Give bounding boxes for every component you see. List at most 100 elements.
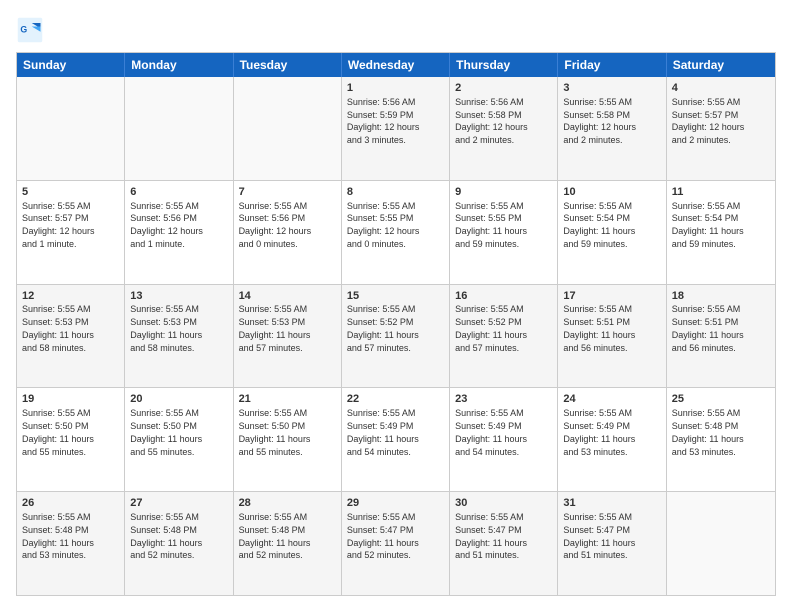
- calendar-row: 26Sunrise: 5:55 AM Sunset: 5:48 PM Dayli…: [17, 491, 775, 595]
- day-info: Sunrise: 5:55 AM Sunset: 5:54 PM Dayligh…: [672, 201, 744, 249]
- day-info: Sunrise: 5:55 AM Sunset: 5:51 PM Dayligh…: [563, 304, 635, 352]
- weekday-header: Wednesday: [342, 53, 450, 77]
- day-info: Sunrise: 5:55 AM Sunset: 5:57 PM Dayligh…: [672, 97, 745, 145]
- calendar-cell: 18Sunrise: 5:55 AM Sunset: 5:51 PM Dayli…: [667, 285, 775, 388]
- weekday-header: Saturday: [667, 53, 775, 77]
- day-number: 25: [672, 392, 770, 407]
- logo-icon: G: [16, 16, 44, 44]
- day-number: 2: [455, 81, 552, 96]
- calendar-cell: 4Sunrise: 5:55 AM Sunset: 5:57 PM Daylig…: [667, 77, 775, 180]
- day-info: Sunrise: 5:55 AM Sunset: 5:50 PM Dayligh…: [239, 408, 311, 456]
- calendar-row: 19Sunrise: 5:55 AM Sunset: 5:50 PM Dayli…: [17, 387, 775, 491]
- day-info: Sunrise: 5:55 AM Sunset: 5:57 PM Dayligh…: [22, 201, 95, 249]
- day-number: 27: [130, 496, 227, 511]
- calendar-cell: 21Sunrise: 5:55 AM Sunset: 5:50 PM Dayli…: [234, 388, 342, 491]
- day-info: Sunrise: 5:55 AM Sunset: 5:53 PM Dayligh…: [130, 304, 202, 352]
- day-number: 19: [22, 392, 119, 407]
- day-info: Sunrise: 5:55 AM Sunset: 5:54 PM Dayligh…: [563, 201, 635, 249]
- day-info: Sunrise: 5:55 AM Sunset: 5:53 PM Dayligh…: [239, 304, 311, 352]
- day-info: Sunrise: 5:55 AM Sunset: 5:50 PM Dayligh…: [130, 408, 202, 456]
- calendar-cell: 5Sunrise: 5:55 AM Sunset: 5:57 PM Daylig…: [17, 181, 125, 284]
- day-number: 3: [563, 81, 660, 96]
- weekday-header: Thursday: [450, 53, 558, 77]
- calendar-cell: 15Sunrise: 5:55 AM Sunset: 5:52 PM Dayli…: [342, 285, 450, 388]
- day-number: 17: [563, 289, 660, 304]
- day-number: 15: [347, 289, 444, 304]
- calendar-cell: 30Sunrise: 5:55 AM Sunset: 5:47 PM Dayli…: [450, 492, 558, 595]
- calendar-row: 12Sunrise: 5:55 AM Sunset: 5:53 PM Dayli…: [17, 284, 775, 388]
- day-number: 6: [130, 185, 227, 200]
- day-info: Sunrise: 5:55 AM Sunset: 5:50 PM Dayligh…: [22, 408, 94, 456]
- day-info: Sunrise: 5:55 AM Sunset: 5:47 PM Dayligh…: [347, 512, 419, 560]
- day-info: Sunrise: 5:55 AM Sunset: 5:48 PM Dayligh…: [22, 512, 94, 560]
- day-number: 1: [347, 81, 444, 96]
- day-number: 21: [239, 392, 336, 407]
- calendar-cell: 23Sunrise: 5:55 AM Sunset: 5:49 PM Dayli…: [450, 388, 558, 491]
- calendar-cell: 16Sunrise: 5:55 AM Sunset: 5:52 PM Dayli…: [450, 285, 558, 388]
- weekday-header: Tuesday: [234, 53, 342, 77]
- day-info: Sunrise: 5:55 AM Sunset: 5:49 PM Dayligh…: [347, 408, 419, 456]
- day-number: 24: [563, 392, 660, 407]
- calendar-body: 1Sunrise: 5:56 AM Sunset: 5:59 PM Daylig…: [17, 77, 775, 595]
- calendar: SundayMondayTuesdayWednesdayThursdayFrid…: [16, 52, 776, 596]
- calendar-cell: 1Sunrise: 5:56 AM Sunset: 5:59 PM Daylig…: [342, 77, 450, 180]
- empty-cell: [234, 77, 342, 180]
- day-info: Sunrise: 5:55 AM Sunset: 5:55 PM Dayligh…: [455, 201, 527, 249]
- calendar-cell: 24Sunrise: 5:55 AM Sunset: 5:49 PM Dayli…: [558, 388, 666, 491]
- day-info: Sunrise: 5:55 AM Sunset: 5:56 PM Dayligh…: [239, 201, 312, 249]
- day-number: 7: [239, 185, 336, 200]
- calendar-cell: 27Sunrise: 5:55 AM Sunset: 5:48 PM Dayli…: [125, 492, 233, 595]
- day-number: 30: [455, 496, 552, 511]
- day-info: Sunrise: 5:56 AM Sunset: 5:58 PM Dayligh…: [455, 97, 528, 145]
- day-number: 10: [563, 185, 660, 200]
- day-info: Sunrise: 5:55 AM Sunset: 5:48 PM Dayligh…: [239, 512, 311, 560]
- calendar-cell: 25Sunrise: 5:55 AM Sunset: 5:48 PM Dayli…: [667, 388, 775, 491]
- day-info: Sunrise: 5:55 AM Sunset: 5:52 PM Dayligh…: [347, 304, 419, 352]
- day-info: Sunrise: 5:55 AM Sunset: 5:56 PM Dayligh…: [130, 201, 203, 249]
- day-number: 9: [455, 185, 552, 200]
- calendar-cell: 7Sunrise: 5:55 AM Sunset: 5:56 PM Daylig…: [234, 181, 342, 284]
- day-info: Sunrise: 5:55 AM Sunset: 5:49 PM Dayligh…: [563, 408, 635, 456]
- calendar-cell: 31Sunrise: 5:55 AM Sunset: 5:47 PM Dayli…: [558, 492, 666, 595]
- day-info: Sunrise: 5:55 AM Sunset: 5:51 PM Dayligh…: [672, 304, 744, 352]
- weekday-header: Sunday: [17, 53, 125, 77]
- calendar-cell: 14Sunrise: 5:55 AM Sunset: 5:53 PM Dayli…: [234, 285, 342, 388]
- day-info: Sunrise: 5:55 AM Sunset: 5:47 PM Dayligh…: [563, 512, 635, 560]
- calendar-cell: 20Sunrise: 5:55 AM Sunset: 5:50 PM Dayli…: [125, 388, 233, 491]
- day-info: Sunrise: 5:55 AM Sunset: 5:55 PM Dayligh…: [347, 201, 420, 249]
- weekday-header: Monday: [125, 53, 233, 77]
- day-info: Sunrise: 5:55 AM Sunset: 5:49 PM Dayligh…: [455, 408, 527, 456]
- page-header: G: [16, 16, 776, 44]
- day-info: Sunrise: 5:55 AM Sunset: 5:48 PM Dayligh…: [130, 512, 202, 560]
- day-info: Sunrise: 5:56 AM Sunset: 5:59 PM Dayligh…: [347, 97, 420, 145]
- day-number: 8: [347, 185, 444, 200]
- day-number: 14: [239, 289, 336, 304]
- calendar-row: 5Sunrise: 5:55 AM Sunset: 5:57 PM Daylig…: [17, 180, 775, 284]
- empty-cell: [667, 492, 775, 595]
- calendar-cell: 6Sunrise: 5:55 AM Sunset: 5:56 PM Daylig…: [125, 181, 233, 284]
- day-number: 31: [563, 496, 660, 511]
- empty-cell: [125, 77, 233, 180]
- empty-cell: [17, 77, 125, 180]
- svg-text:G: G: [20, 25, 27, 35]
- day-number: 22: [347, 392, 444, 407]
- calendar-header: SundayMondayTuesdayWednesdayThursdayFrid…: [17, 53, 775, 77]
- day-number: 18: [672, 289, 770, 304]
- calendar-cell: 11Sunrise: 5:55 AM Sunset: 5:54 PM Dayli…: [667, 181, 775, 284]
- calendar-cell: 19Sunrise: 5:55 AM Sunset: 5:50 PM Dayli…: [17, 388, 125, 491]
- day-info: Sunrise: 5:55 AM Sunset: 5:48 PM Dayligh…: [672, 408, 744, 456]
- day-info: Sunrise: 5:55 AM Sunset: 5:52 PM Dayligh…: [455, 304, 527, 352]
- calendar-cell: 10Sunrise: 5:55 AM Sunset: 5:54 PM Dayli…: [558, 181, 666, 284]
- calendar-cell: 9Sunrise: 5:55 AM Sunset: 5:55 PM Daylig…: [450, 181, 558, 284]
- day-number: 12: [22, 289, 119, 304]
- day-number: 13: [130, 289, 227, 304]
- logo: G: [16, 16, 48, 44]
- day-number: 23: [455, 392, 552, 407]
- day-number: 28: [239, 496, 336, 511]
- calendar-cell: 13Sunrise: 5:55 AM Sunset: 5:53 PM Dayli…: [125, 285, 233, 388]
- day-info: Sunrise: 5:55 AM Sunset: 5:53 PM Dayligh…: [22, 304, 94, 352]
- day-number: 29: [347, 496, 444, 511]
- calendar-cell: 29Sunrise: 5:55 AM Sunset: 5:47 PM Dayli…: [342, 492, 450, 595]
- day-info: Sunrise: 5:55 AM Sunset: 5:58 PM Dayligh…: [563, 97, 636, 145]
- day-number: 16: [455, 289, 552, 304]
